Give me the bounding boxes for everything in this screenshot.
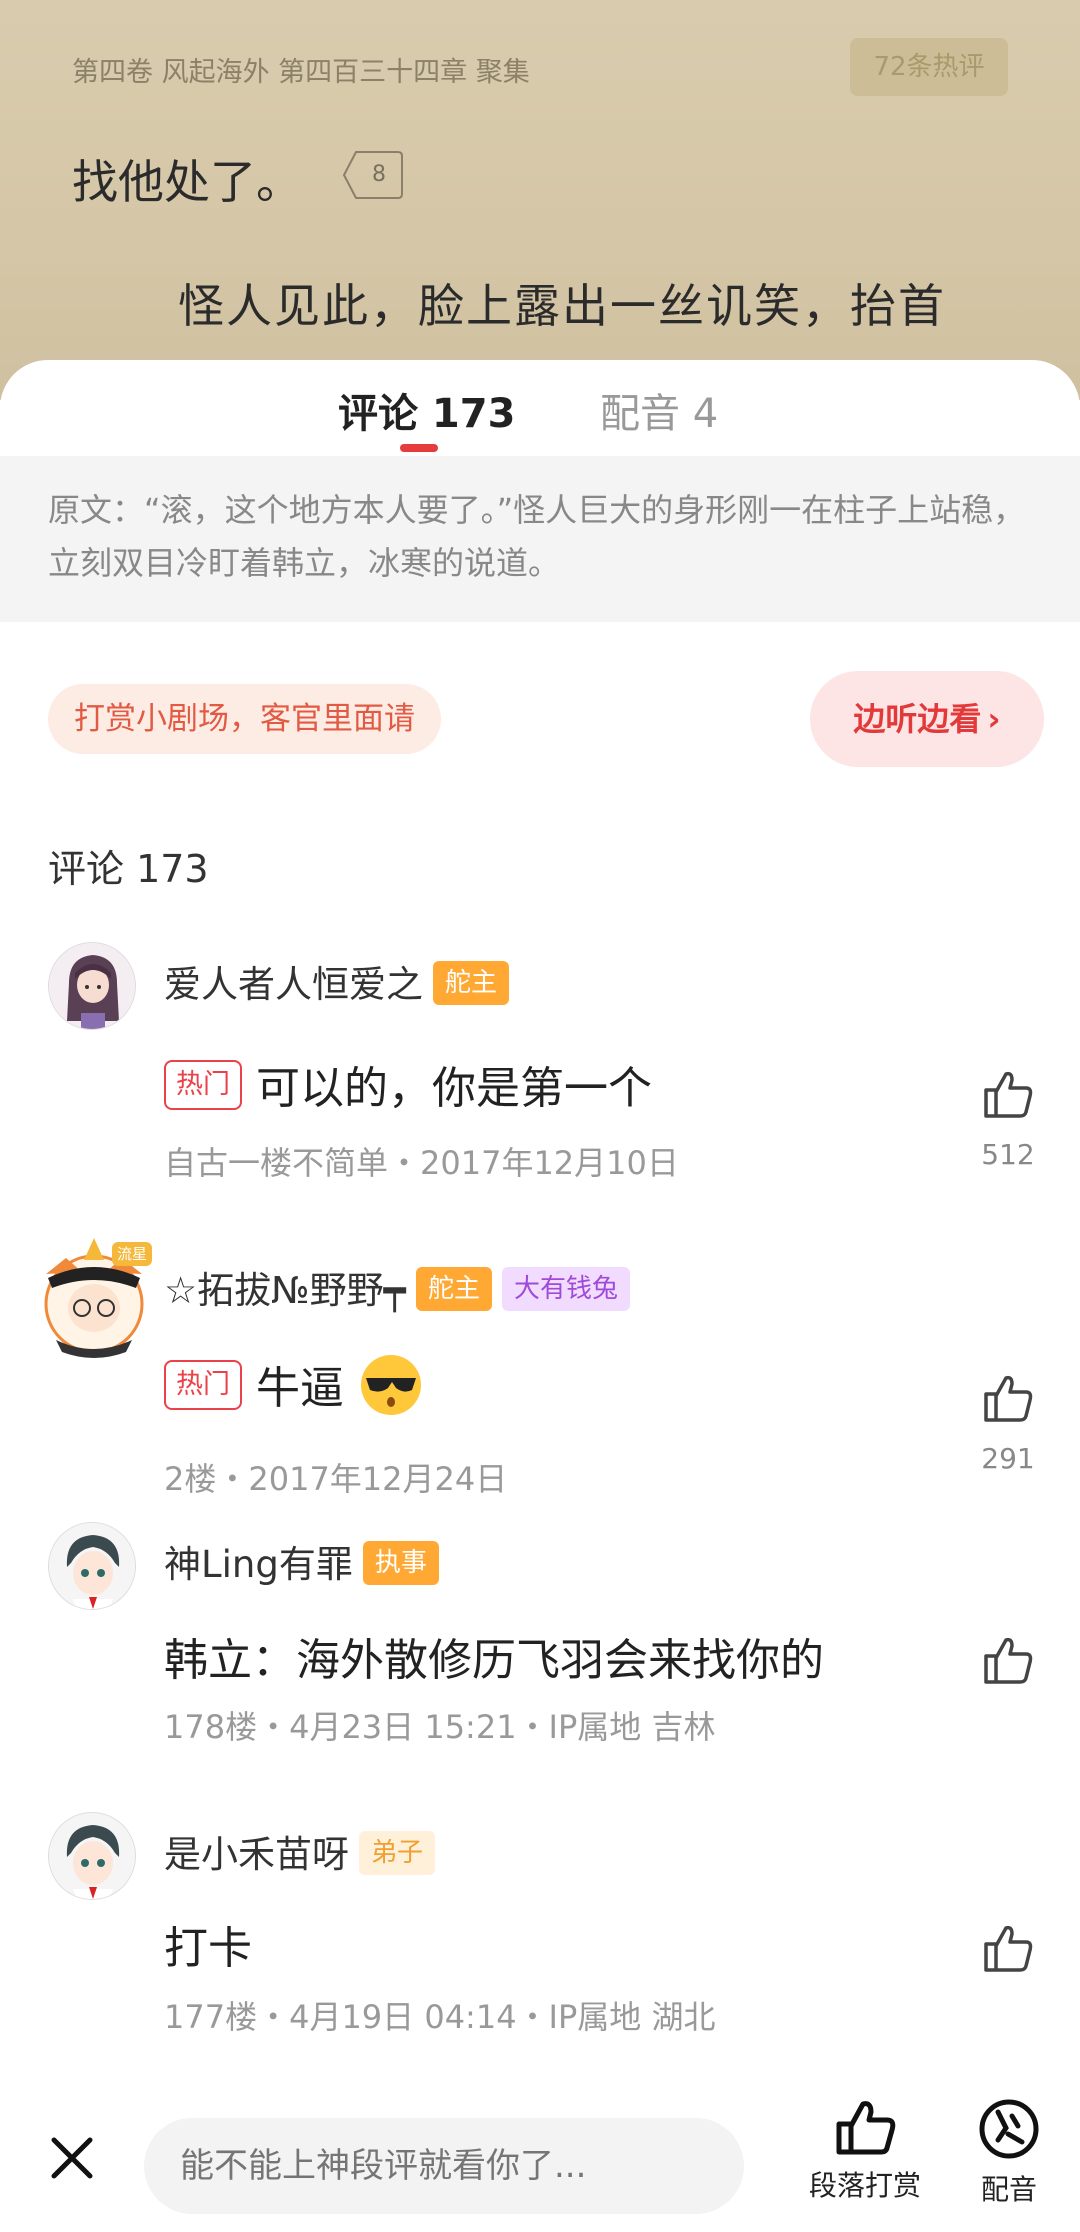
like-count: 512 — [981, 1138, 1035, 1171]
listen-while-reading-button[interactable]: 边听边看 › — [810, 671, 1044, 767]
avatar[interactable] — [48, 1812, 136, 1900]
hot-tag: 热门 — [164, 1360, 242, 1410]
wealth-badge: 大有钱兔 — [501, 1266, 630, 1311]
hot-comments-badge[interactable]: 72条热评 — [850, 38, 1008, 96]
reader-text-line: 找他处了。 — [72, 155, 302, 209]
listen-button-label: 边听边看 — [853, 700, 982, 738]
rank-badge: 执事 — [362, 1540, 439, 1585]
thumbs-up-icon[interactable] — [980, 1920, 1036, 1976]
avatar[interactable]: 流星 — [26, 1228, 162, 1364]
comment-input[interactable] — [144, 2118, 744, 2214]
reader-text-line: 怪人见此，脸上露出一丝讥笑，抬首 — [178, 279, 946, 333]
like-count: 291 — [981, 1442, 1035, 1475]
comment-body: 热门 可以的，你是第一个 — [164, 1052, 652, 1116]
avatar[interactable] — [48, 1522, 136, 1610]
comments-count-heading: 评论 173 — [48, 847, 209, 891]
comment-username[interactable]: ☆拓拔№野野┯ 舵主 大有钱兔 — [164, 1260, 630, 1315]
thumbs-up-icon — [836, 2101, 896, 2155]
comment-username[interactable]: 是小禾苗呀 弟子 — [164, 1824, 436, 1879]
bottom-action-bar: 段落打赏 配音 — [0, 2062, 1080, 2232]
hot-tag: 热门 — [164, 1060, 242, 1110]
chevron-right-icon: › — [987, 700, 1001, 738]
comment-text: 牛逼 — [256, 1363, 344, 1414]
comment-meta: 自古一楼不简单・2017年12月10日 — [164, 1144, 679, 1182]
avatar[interactable] — [48, 942, 136, 1030]
active-tab-indicator — [400, 444, 438, 452]
comments-sheet: 评论 173 配音 4 原文：“滚，这个地方本人要了。”怪人巨大的身形刚一在柱子… — [0, 360, 1080, 2232]
comment-username[interactable]: 爱人者人恒爱之 舵主 — [164, 954, 510, 1009]
dubbing-microphone-icon — [979, 2099, 1039, 2159]
rank-badge: 弟子 — [359, 1830, 436, 1875]
tab-dubbing[interactable]: 配音 4 — [600, 384, 718, 444]
paragraph-reward-button[interactable]: 段落打赏 — [800, 2098, 930, 2204]
paragraph-comment-bubble[interactable]: 8 — [342, 150, 404, 200]
comment-meta: 178楼・4月23日 15:21・IP属地 吉林 — [164, 1708, 716, 1746]
dubbing-button[interactable]: 配音 — [944, 2098, 1074, 2208]
comment-meta: 177楼・4月19日 04:14・IP属地 湖北 — [164, 1998, 716, 2036]
rank-badge: 舵主 — [415, 1266, 492, 1311]
avatar-frame-label: 流星 — [117, 1245, 147, 1263]
paragraph-reward-label: 段落打赏 — [808, 2169, 921, 2202]
tab-comments[interactable]: 评论 173 — [338, 384, 515, 444]
quote-text: 原文：“滚，这个地方本人要了。”怪人巨大的身形刚一在柱子上站稳，立刻双目冷盯着韩… — [48, 491, 1026, 582]
thumbs-up-icon[interactable] — [980, 1370, 1036, 1426]
comment-text: 打卡 — [164, 1923, 252, 1974]
paragraph-comment-count: 8 — [372, 162, 386, 187]
comment-meta: 2楼・2017年12月24日 — [164, 1460, 508, 1498]
cool-sunglasses-emoji-icon — [361, 1355, 421, 1415]
comment-body: 热门 牛逼 — [164, 1352, 424, 1424]
thumbs-up-icon[interactable] — [980, 1632, 1036, 1688]
close-icon[interactable] — [48, 2134, 96, 2182]
dubbing-label: 配音 — [980, 2173, 1037, 2206]
comment-username[interactable]: 神Ling有罪 执事 — [164, 1534, 439, 1589]
comment-text: 可以的，你是第一个 — [256, 1063, 652, 1114]
thumbs-up-icon[interactable] — [980, 1066, 1036, 1122]
original-text-quote: 原文：“滚，这个地方本人要了。”怪人巨大的身形刚一在柱子上站稳，立刻双目冷盯着韩… — [0, 456, 1080, 622]
reward-theater-banner[interactable]: 打赏小剧场，客官里面请 — [48, 684, 441, 754]
comment-text: 韩立：海外散修历飞羽会来找你的 — [164, 1635, 824, 1686]
reader-background: 第四卷 风起海外 第四百三十四章 聚集 72条热评 找他处了。 8 怪人见此，脸… — [0, 0, 1080, 400]
chapter-title: 第四卷 风起海外 第四百三十四章 聚集 — [72, 57, 530, 88]
rank-badge: 舵主 — [433, 960, 510, 1005]
